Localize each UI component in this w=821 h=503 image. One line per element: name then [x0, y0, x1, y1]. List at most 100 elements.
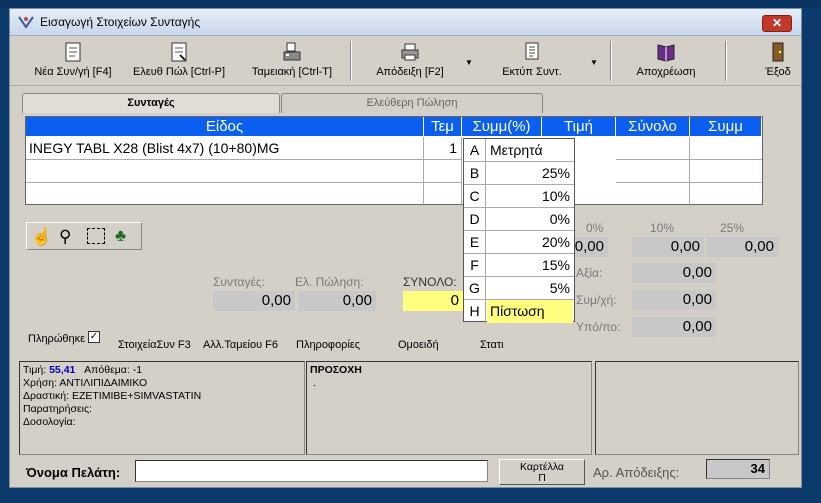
cell-qty[interactable] — [424, 183, 462, 206]
cell-share[interactable] — [690, 137, 762, 160]
el-polisi-label: Ελ. Πώληση: — [295, 275, 364, 289]
toolbar-separator — [610, 41, 612, 81]
items-grid: Είδος Τεμ Συμμ(%) Τιμή Σύνολο Συμμ INEGY… — [25, 116, 763, 206]
customer-input[interactable] — [135, 460, 488, 482]
grid-tools: ☝ ⚲ ♣ — [26, 222, 142, 250]
user-search-icon[interactable]: ♣ — [115, 226, 126, 246]
syntages-value: 0,00 — [213, 291, 295, 311]
tab-free-sale[interactable]: Ελεύθερη Πώληση — [281, 93, 543, 113]
hand-pointer-icon[interactable]: ☝ — [31, 227, 52, 247]
axia-label: Αξία: — [576, 266, 603, 280]
document-icon — [171, 42, 187, 62]
warning-text: . — [313, 377, 316, 389]
pct-header-10: 10% — [650, 221, 675, 235]
toolbar-separator — [350, 41, 352, 81]
ypoloipo-label: Υπό/πο: — [576, 320, 621, 334]
paid-checkbox[interactable]: ✓ — [88, 331, 100, 343]
register-icon — [283, 42, 301, 61]
dropdown-option[interactable]: A Μετρητά — [464, 139, 574, 162]
col-header-total[interactable]: Σύνολο — [616, 117, 690, 136]
dropdown-option[interactable]: F 15% — [464, 254, 574, 277]
syntages-label: Συνταγές: — [213, 275, 265, 289]
receipt-button[interactable]: Απόδειξη [F2] — [364, 36, 456, 86]
main-window: Εισαγωγή Στοιχείων Συνταγής ✕ Νέα Συν/γή… — [9, 8, 802, 488]
window-title: Εισαγωγή Στοιχείων Συνταγής — [40, 15, 201, 29]
close-button[interactable]: ✕ — [762, 15, 792, 32]
paid-label: Πληρώθηκε — [28, 333, 86, 345]
app-icon — [18, 16, 34, 29]
receipt-dropdown-arrow[interactable]: ▼ — [465, 58, 473, 67]
stats-link[interactable]: Στατι — [480, 339, 504, 351]
debit-button[interactable]: Αποχρέωση — [622, 36, 710, 86]
col-header-price[interactable]: Τιμή — [542, 117, 616, 136]
print-doc-icon — [525, 42, 539, 60]
cell-share[interactable] — [690, 160, 762, 183]
tab-prescriptions[interactable]: Συνταγές — [22, 93, 280, 113]
price-label: Τιμή: — [23, 364, 47, 376]
cell-item[interactable]: INEGY TABL X28 (Blist 4x7) (10+80)MG — [26, 137, 424, 160]
col-header-share[interactable]: Συμμ — [690, 117, 762, 136]
exit-button[interactable]: Έξοδ — [750, 36, 801, 86]
price-value: 55,41 — [49, 364, 76, 376]
title-bar: Εισαγωγή Στοιχείων Συνταγής ✕ — [10, 9, 801, 36]
cell-qty[interactable] — [424, 160, 462, 183]
axia-value: 0,00 — [632, 263, 716, 283]
dropdown-option[interactable]: E 20% — [464, 231, 574, 254]
el-polisi-value: 0,00 — [298, 291, 376, 311]
toolbar-separator — [725, 41, 727, 81]
print-dropdown-arrow[interactable]: ▼ — [590, 58, 598, 67]
stock-value: -1 — [132, 364, 143, 376]
customer-label: Όνομα Πελάτη: — [26, 465, 121, 480]
pct-value-0: 0,00 — [570, 237, 608, 257]
col-header-discount[interactable]: Συμμ(%) — [462, 117, 542, 136]
use-line: Χρήση: ΑΝΤΙΛΙΠΙΔΑΙΜΙΚΟ — [23, 377, 148, 389]
receipt-label: Αρ. Απόδειξης: — [593, 465, 680, 480]
select-rect-icon[interactable] — [87, 228, 105, 244]
stoixeia-link[interactable]: ΣτοιχείαΣυν F3 — [118, 339, 191, 351]
symm-label: Συμ/χή: — [576, 293, 617, 307]
pct-value-25: 0,00 — [706, 237, 778, 257]
toolbar: Νέα Συν/γή [F4] Ελευθ Πώλ [Ctrl-P] Ταμει… — [10, 36, 801, 86]
dropdown-option[interactable]: G 5% — [464, 277, 574, 300]
active-line: Δραστική: EZETIMIBE+SIMVASTATIN — [23, 390, 202, 402]
warning-title: ΠΡΟΣΟΧΗ — [310, 364, 362, 376]
cell-share[interactable] — [690, 183, 762, 206]
pct-header-0: 0% — [586, 221, 604, 235]
col-header-qty[interactable]: Τεμ — [424, 117, 462, 136]
cell-item[interactable] — [26, 160, 424, 183]
synolo-value: 0 — [403, 291, 463, 311]
print-prescription-button[interactable]: Εκτύπ Συντ. — [484, 36, 580, 86]
similar-link[interactable]: Ομοειδή — [398, 339, 439, 351]
all-tameiou-link[interactable]: Αλλ.Ταμείου F6 — [203, 339, 278, 351]
printer-icon — [401, 43, 419, 61]
dropdown-option[interactable]: D 0% — [464, 208, 574, 231]
discount-dropdown-list: A Μετρητά B 25% C 10% D 0% E 20% F 15% G… — [463, 138, 575, 323]
col-header-item[interactable]: Είδος — [26, 117, 424, 136]
ypoloipo-value: 0,00 — [632, 317, 716, 337]
cell-total[interactable] — [616, 183, 690, 206]
pct-header-25: 25% — [720, 221, 745, 235]
extra-pane — [595, 361, 799, 455]
stock-label: Απόθεμα: — [84, 364, 130, 376]
book-icon — [657, 44, 675, 62]
document-icon — [65, 42, 81, 62]
cell-total[interactable] — [616, 160, 690, 183]
dropdown-option[interactable]: C 10% — [464, 185, 574, 208]
new-prescription-button[interactable]: Νέα Συν/γή [F4] — [28, 36, 118, 86]
free-sale-button[interactable]: Ελευθ Πώλ [Ctrl-P] — [120, 36, 238, 86]
product-info-pane: Τιμή: 55,41 Απόθεμα: -1 Χρήση: ΑΝΤΙΛΙΠΙΔ… — [19, 361, 305, 455]
cell-qty[interactable]: 1 — [424, 137, 462, 160]
cash-register-button[interactable]: Ταμειακή [Ctrl-T] — [242, 36, 342, 86]
card-button[interactable]: Καρτέλλα Π — [499, 459, 585, 485]
stamp-icon[interactable]: ⚲ — [59, 227, 71, 247]
desktop-background — [0, 0, 821, 8]
info-link[interactable]: Πληροφορίες — [296, 339, 360, 351]
exit-door-icon — [772, 42, 784, 62]
dropdown-option[interactable]: H Πίστωση — [464, 300, 574, 323]
pct-value-10: 0,00 — [632, 237, 704, 257]
receipt-number: 34 — [706, 459, 770, 479]
synolo-label: ΣΥΝΟΛΟ: — [403, 275, 457, 289]
cell-item[interactable] — [26, 183, 424, 206]
cell-total[interactable] — [616, 137, 690, 160]
dropdown-option[interactable]: B 25% — [464, 162, 574, 185]
